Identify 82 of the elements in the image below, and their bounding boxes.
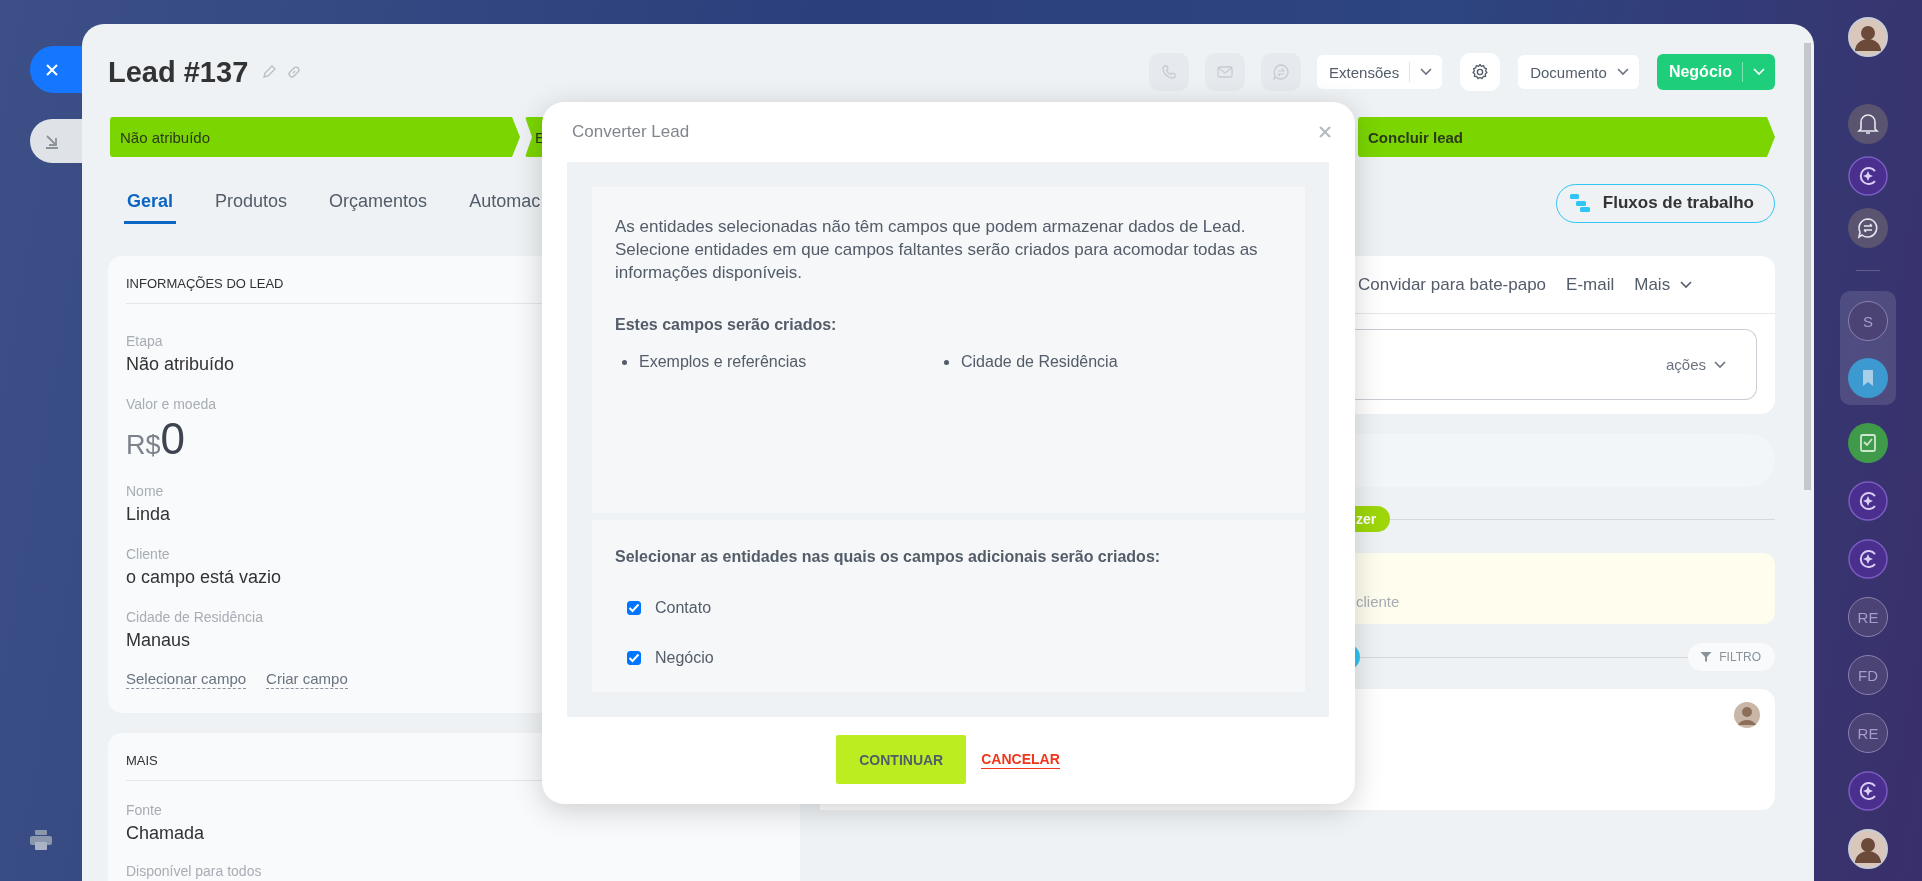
document-dropdown[interactable]: Documento	[1518, 55, 1639, 89]
tab[interactable]: Produtos	[212, 182, 291, 224]
bookmark-icon[interactable]	[1848, 358, 1888, 398]
settings-button[interactable]	[1460, 53, 1501, 91]
tab[interactable]: E-mail	[1566, 270, 1615, 299]
avatar-icon[interactable]	[1848, 829, 1888, 869]
user-initials[interactable]: S	[1848, 301, 1888, 341]
field-value: Chamada	[126, 822, 205, 845]
field-label: Etapa	[126, 332, 163, 351]
list-item: Cidade de Residência	[961, 353, 1118, 371]
swirl-icon[interactable]	[1848, 156, 1888, 196]
link[interactable]: Selecionar campo	[126, 670, 247, 689]
workflows-button[interactable]: Fluxos de trabalho	[1555, 183, 1775, 223]
amount-value: 0	[160, 414, 185, 464]
section-title: MAIS	[126, 752, 158, 770]
bullet-icon	[622, 359, 627, 365]
user-initials[interactable]: RE	[1848, 597, 1888, 637]
avatar-icon[interactable]	[1848, 17, 1888, 57]
phone-icon	[1161, 64, 1178, 80]
field-value: Manaus	[126, 629, 191, 652]
user-initials[interactable]: FD	[1848, 655, 1888, 695]
field-value: Linda	[126, 503, 171, 526]
section-heading: Selecionar as entidades nas quais os campos adicionais serão criados:	[615, 547, 1162, 567]
link[interactable]: Criar campo	[266, 670, 348, 689]
field-label: Nome	[126, 482, 164, 501]
avatar-icon	[1734, 702, 1760, 728]
mail-icon	[1217, 65, 1234, 79]
field-label: Fonte	[126, 801, 162, 820]
stage-step[interactable]: Concluir lead	[1358, 117, 1775, 157]
page-title: Lead #137	[108, 55, 250, 89]
checkbox-label: Negócio	[655, 649, 714, 667]
tab[interactable]: Geral	[124, 182, 177, 224]
field-label: Valor e moeda	[126, 395, 216, 414]
caret-icon	[1680, 280, 1693, 289]
checkbox[interactable]	[627, 601, 641, 615]
close-icon	[44, 61, 60, 78]
chat-icon[interactable]	[1848, 208, 1888, 248]
bullet-icon	[944, 359, 949, 365]
user-initials[interactable]: RE	[1848, 713, 1888, 753]
field-label: Cliente	[126, 545, 170, 564]
stage-step[interactable]: Não atribuído	[110, 117, 520, 157]
caret-icon	[1753, 68, 1765, 76]
filter-button[interactable]: FILTRO	[1688, 643, 1775, 671]
field-value: Não atribuído	[126, 353, 235, 376]
swirl-icon[interactable]	[1848, 481, 1888, 521]
cancel-link[interactable]: CANCELAR	[981, 750, 1060, 769]
tab[interactable]: Convidar para bate-papo	[1358, 270, 1547, 299]
extensions-button[interactable]: Extensões	[1317, 55, 1443, 89]
tab[interactable]: Orçamentos	[326, 182, 431, 224]
dialog-message: As entidades selecionadas não têm campos que podem armazenar dados de Lead. Selecione entidades em que campos faltantes serão criados para acomodar todas as informações disponíveis.	[615, 216, 1259, 284]
dialog-title: Converter Lead	[572, 122, 690, 142]
checkbox-label: Contato	[655, 599, 712, 617]
actions-dropdown[interactable]: ações	[1659, 355, 1732, 374]
tab[interactable]: Automac	[466, 182, 544, 224]
section-title: INFORMAÇÕES DO LEAD	[126, 275, 284, 293]
workflow-icon	[1568, 193, 1591, 213]
checkbox[interactable]	[627, 651, 641, 665]
caret-icon	[1714, 360, 1726, 369]
field-label: Cidade de Residência	[126, 608, 263, 627]
field-value: o campo está vazio	[126, 566, 282, 589]
checklist-icon[interactable]	[1848, 423, 1888, 463]
status-tag: zer	[1352, 506, 1391, 532]
list-item: Exemplos e referências	[639, 353, 807, 371]
minimize-button[interactable]	[30, 119, 82, 163]
hint-text: cliente	[1356, 593, 1400, 610]
close-button[interactable]	[30, 46, 82, 93]
filter-icon	[1700, 651, 1713, 663]
scrollbar[interactable]	[1804, 43, 1811, 490]
section-heading: Estes campos serão criados:	[615, 315, 838, 335]
field-label: Disponível para todos	[126, 862, 262, 881]
swirl-icon[interactable]	[1848, 539, 1888, 579]
chat-icon	[1272, 63, 1291, 81]
arrow-icon	[44, 133, 60, 149]
currency-symbol: R$	[126, 429, 161, 462]
caret-icon	[1420, 68, 1433, 76]
tab[interactable]: Mais	[1634, 270, 1693, 299]
bell-icon[interactable]	[1848, 104, 1888, 144]
gear-icon	[1471, 63, 1490, 81]
continue-button[interactable]: CONTINUAR	[836, 735, 967, 784]
caret-icon	[1616, 68, 1629, 76]
swirl-icon[interactable]	[1848, 771, 1888, 811]
printer-icon[interactable]	[29, 829, 53, 851]
